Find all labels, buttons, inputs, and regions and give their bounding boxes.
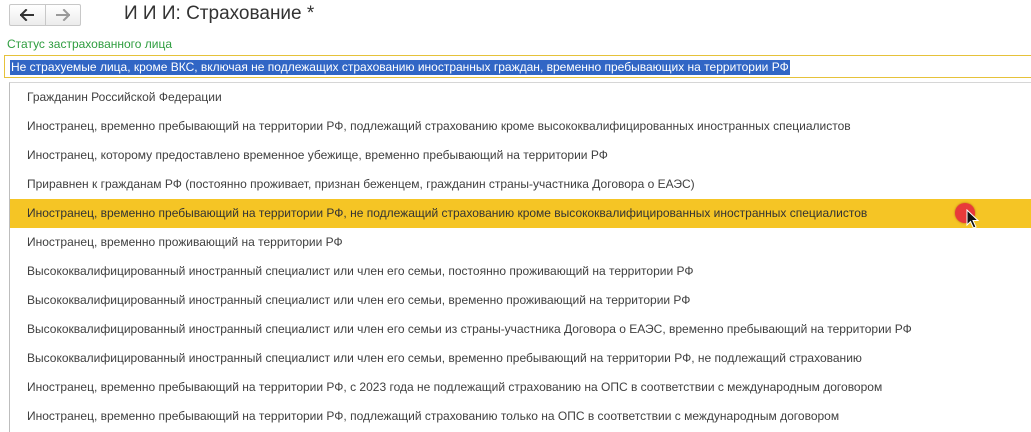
- dropdown-option-label: Высококвалифицированный иностранный спец…: [27, 293, 691, 307]
- window-titlebar: И И И: Страхование *: [0, 0, 1031, 32]
- arrow-left-icon: [20, 9, 35, 21]
- dropdown-option[interactable]: Иностранец, которому предоставлено време…: [10, 141, 1031, 170]
- dropdown-option[interactable]: Гражданин Российской Федерации: [10, 83, 1031, 112]
- dropdown-option-label: Высококвалифицированный иностранный спец…: [27, 322, 912, 336]
- arrow-right-icon: [55, 9, 70, 21]
- dropdown-option[interactable]: Высококвалифицированный иностранный спец…: [10, 257, 1031, 286]
- navigation-buttons: [9, 4, 81, 26]
- dropdown-option[interactable]: Иностранец, временно пребывающий на терр…: [10, 112, 1031, 141]
- window-title: И И И: Страхование *: [124, 3, 315, 24]
- dropdown-option[interactable]: Иностранец, временно пребывающий на терр…: [10, 402, 1031, 431]
- dropdown-option-label: Приравнен к гражданам РФ (постоянно прож…: [27, 177, 695, 191]
- insured-status-dropdown-list[interactable]: Гражданин Российской Федерации Иностранец…: [9, 82, 1031, 432]
- dropdown-option-label: Высококвалифицированный иностранный спец…: [27, 351, 862, 365]
- dropdown-option[interactable]: Высококвалифицированный иностранный спец…: [10, 315, 1031, 344]
- dropdown-option[interactable]: Высококвалифицированный иностранный спец…: [10, 286, 1031, 315]
- insured-status-field[interactable]: Не страхуемые лица, кроме ВКС, включая н…: [4, 55, 1031, 78]
- dropdown-option-label: Иностранец, временно пребывающий на терр…: [27, 206, 868, 220]
- dropdown-option[interactable]: Иностранец, временно проживающий на терр…: [10, 228, 1031, 257]
- dropdown-option-label: Иностранец, временно пребывающий на терр…: [27, 380, 883, 394]
- dropdown-option-label: Иностранец, временно пребывающий на терр…: [27, 119, 851, 133]
- dropdown-option-label: Высококвалифицированный иностранный спец…: [27, 264, 694, 278]
- back-button[interactable]: [10, 5, 45, 25]
- mouse-pointer-icon: [966, 209, 980, 229]
- insured-status-label: Статус застрахованного лица: [7, 37, 173, 51]
- forward-button[interactable]: [44, 5, 81, 25]
- insured-status-value[interactable]: Не страхуемые лица, кроме ВКС, включая н…: [10, 60, 790, 75]
- dropdown-option[interactable]: Высококвалифицированный иностранный спец…: [10, 344, 1031, 373]
- dropdown-option-label: Гражданин Российской Федерации: [27, 90, 222, 104]
- dropdown-option[interactable]: Иностранец, временно пребывающий на терр…: [10, 199, 1031, 229]
- dropdown-option-label: Иностранец, временно пребывающий на терр…: [27, 409, 840, 423]
- dropdown-option[interactable]: Приравнен к гражданам РФ (постоянно прож…: [10, 170, 1031, 199]
- dropdown-option-label: Иностранец, временно проживающий на терр…: [27, 235, 343, 249]
- dropdown-option[interactable]: Иностранец, временно пребывающий на терр…: [10, 373, 1031, 402]
- dropdown-option-label: Иностранец, которому предоставлено време…: [27, 148, 608, 162]
